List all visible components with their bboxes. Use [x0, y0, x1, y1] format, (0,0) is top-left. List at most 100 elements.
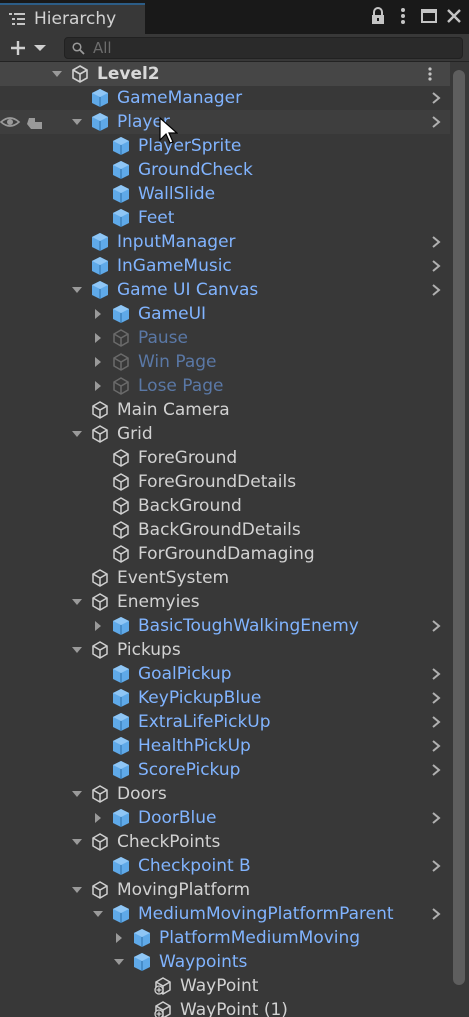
open-prefab-chevron-icon[interactable] — [430, 115, 442, 129]
expand-arrow-icon[interactable] — [113, 956, 125, 968]
scene-menu-icon[interactable] — [424, 66, 436, 82]
hierarchy-item[interactable]: CheckPoints — [0, 830, 450, 854]
hierarchy-item[interactable]: InputManager — [0, 230, 450, 254]
tab-bar: Hierarchy — [0, 0, 469, 34]
collapse-arrow-icon[interactable] — [92, 812, 104, 824]
open-prefab-chevron-icon[interactable] — [430, 763, 442, 777]
prefab-icon — [113, 137, 129, 155]
expand-arrow-icon[interactable] — [71, 284, 83, 296]
hierarchy-item[interactable]: WallSlide — [0, 182, 450, 206]
hierarchy-item[interactable]: HealthPickUp — [0, 734, 450, 758]
collapse-arrow-icon[interactable] — [92, 380, 104, 392]
hierarchy-item[interactable]: MovingPlatform — [0, 878, 450, 902]
hierarchy-item[interactable]: EventSystem — [0, 566, 450, 590]
hierarchy-item[interactable]: InGameMusic — [0, 254, 450, 278]
visibility-toggle-icon[interactable] — [0, 113, 44, 131]
hierarchy-item[interactable]: PlayerSprite — [0, 134, 450, 158]
hierarchy-item[interactable]: BasicToughWalkingEnemy — [0, 614, 450, 638]
close-icon[interactable] — [444, 6, 464, 26]
item-label: Feet — [138, 208, 175, 228]
open-prefab-chevron-icon[interactable] — [430, 859, 442, 873]
hierarchy-item[interactable]: BackGround — [0, 494, 450, 518]
hierarchy-item[interactable]: Feet — [0, 206, 450, 230]
open-prefab-chevron-icon[interactable] — [430, 91, 442, 105]
inactive-gameobject-icon — [113, 377, 129, 395]
open-prefab-chevron-icon[interactable] — [430, 259, 442, 273]
hierarchy-item[interactable]: Checkpoint B — [0, 854, 450, 878]
item-label: ScorePickup — [138, 760, 241, 780]
hierarchy-item[interactable]: Lose Page — [0, 374, 450, 398]
item-label: MovingPlatform — [117, 880, 251, 900]
hierarchy-item[interactable]: GameManager — [0, 86, 450, 110]
hierarchy-item[interactable]: GoalPickup — [0, 662, 450, 686]
hierarchy-item[interactable]: BackGroundDetails — [0, 518, 450, 542]
scene-row[interactable]: Level2 — [0, 62, 450, 86]
hierarchy-item[interactable]: Waypoints — [0, 950, 450, 974]
open-prefab-chevron-icon[interactable] — [430, 907, 442, 921]
collapse-arrow-icon[interactable] — [92, 332, 104, 344]
item-label: InGameMusic — [117, 256, 232, 276]
expand-arrow-icon[interactable] — [71, 644, 83, 656]
hierarchy-item[interactable]: MediumMovingPlatformParent — [0, 902, 450, 926]
expand-arrow-icon[interactable] — [71, 116, 83, 128]
hierarchy-item[interactable]: Doors — [0, 782, 450, 806]
item-label: BasicToughWalkingEnemy — [138, 616, 359, 636]
expand-arrow-icon[interactable] — [92, 908, 104, 920]
hierarchy-item[interactable]: ForeGround — [0, 446, 450, 470]
expand-arrow-icon[interactable] — [71, 788, 83, 800]
gameobject-icon — [113, 497, 129, 515]
hierarchy-item[interactable]: Pause — [0, 326, 450, 350]
collapse-arrow-icon[interactable] — [92, 356, 104, 368]
item-label: Win Page — [138, 352, 217, 372]
open-prefab-chevron-icon[interactable] — [430, 691, 442, 705]
hierarchy-item[interactable]: Main Camera — [0, 398, 450, 422]
open-prefab-chevron-icon[interactable] — [430, 619, 442, 633]
hierarchy-item[interactable]: KeyPickupBlue — [0, 686, 450, 710]
prefab-icon — [113, 305, 129, 323]
hierarchy-item[interactable]: GroundCheck — [0, 158, 450, 182]
hierarchy-item[interactable]: Player — [0, 110, 450, 134]
more-options-icon[interactable] — [393, 6, 413, 26]
hierarchy-item[interactable]: Pickups — [0, 638, 450, 662]
expand-arrow-icon[interactable] — [71, 428, 83, 440]
expand-arrow-icon[interactable] — [51, 68, 63, 80]
open-prefab-chevron-icon[interactable] — [430, 283, 442, 297]
expand-arrow-icon[interactable] — [71, 884, 83, 896]
hierarchy-item[interactable]: GameUI — [0, 302, 450, 326]
hierarchy-item[interactable]: Game UI Canvas — [0, 278, 450, 302]
search-input[interactable]: All — [64, 37, 463, 59]
hierarchy-item[interactable]: PlatformMediumMoving — [0, 926, 450, 950]
hierarchy-item[interactable]: ExtraLifePickUp — [0, 710, 450, 734]
hierarchy-item[interactable]: ScorePickup — [0, 758, 450, 782]
expand-arrow-icon[interactable] — [71, 836, 83, 848]
hierarchy-item[interactable]: WayPoint — [0, 974, 450, 998]
add-dropdown-button[interactable] — [6, 37, 50, 59]
inactive-gameobject-icon — [113, 353, 129, 371]
hierarchy-item[interactable]: DoorBlue — [0, 806, 450, 830]
hierarchy-item[interactable]: Enemyies — [0, 590, 450, 614]
hierarchy-item[interactable]: ForeGroundDetails — [0, 470, 450, 494]
gameobject-icon — [113, 449, 129, 467]
item-label: Grid — [117, 424, 153, 444]
open-prefab-chevron-icon[interactable] — [430, 667, 442, 681]
scrollbar-thumb[interactable] — [453, 70, 465, 985]
mouse-cursor-icon — [159, 116, 178, 144]
prefab-icon — [113, 617, 129, 635]
tab-hierarchy[interactable]: Hierarchy — [0, 3, 145, 34]
hierarchy-item[interactable]: Win Page — [0, 350, 450, 374]
lock-icon[interactable] — [368, 6, 388, 26]
hierarchy-item[interactable]: ForGroundDamaging — [0, 542, 450, 566]
collapse-arrow-icon[interactable] — [92, 308, 104, 320]
open-prefab-chevron-icon[interactable] — [430, 235, 442, 249]
hierarchy-item[interactable]: Grid — [0, 422, 450, 446]
open-prefab-chevron-icon[interactable] — [430, 811, 442, 825]
open-prefab-chevron-icon[interactable] — [430, 739, 442, 753]
gameobject-icon — [113, 545, 129, 563]
hierarchy-item[interactable]: WayPoint (1) — [0, 998, 450, 1017]
collapse-arrow-icon[interactable] — [92, 620, 104, 632]
item-label: Waypoints — [159, 952, 248, 972]
expand-arrow-icon[interactable] — [71, 596, 83, 608]
maximize-icon[interactable] — [419, 6, 439, 26]
open-prefab-chevron-icon[interactable] — [430, 715, 442, 729]
collapse-arrow-icon[interactable] — [113, 932, 125, 944]
